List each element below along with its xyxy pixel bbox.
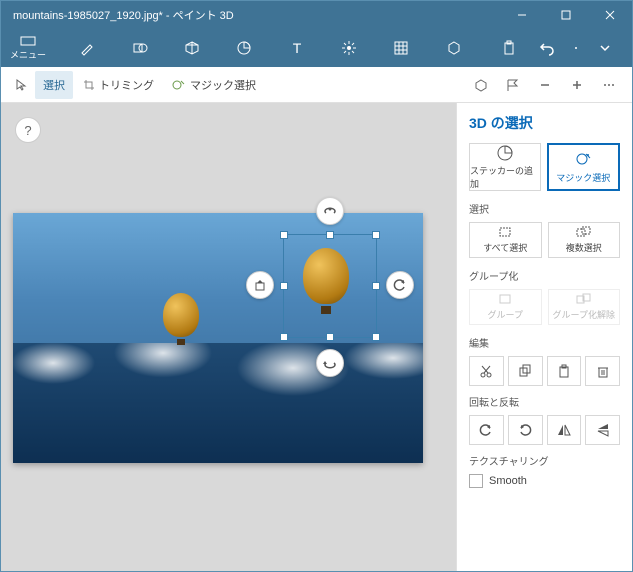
- magic-select-panel-icon: [574, 150, 592, 168]
- group-section-label: グループ化: [469, 268, 620, 283]
- rotate-y-gizmo[interactable]: [316, 349, 344, 377]
- delete-button[interactable]: [585, 356, 620, 386]
- undo-icon[interactable]: [530, 31, 564, 65]
- ungroup-button: グループ化解除: [548, 289, 621, 325]
- 3d-library-icon[interactable]: [437, 31, 471, 65]
- select-section-label: 選択: [469, 201, 620, 216]
- maximize-button[interactable]: [544, 1, 588, 29]
- canvas-icon[interactable]: [384, 31, 418, 65]
- add-sticker-button[interactable]: ステッカーの追加: [469, 143, 541, 191]
- paste-panel-icon: [557, 364, 571, 378]
- copy-button[interactable]: [508, 356, 543, 386]
- menu-icon: [20, 36, 36, 46]
- svg-text:T: T: [292, 40, 301, 56]
- delete-icon: [596, 364, 610, 378]
- rotate-right-button[interactable]: [508, 415, 543, 445]
- brush-tool-icon[interactable]: [70, 31, 104, 65]
- flip-vertical-button[interactable]: [585, 415, 620, 445]
- menu-button[interactable]: メニュー: [7, 36, 49, 61]
- z-move-gizmo[interactable]: [246, 271, 274, 299]
- menu-label: メニュー: [10, 48, 46, 61]
- redo-chevron-icon[interactable]: [588, 31, 622, 65]
- group-icon: [498, 293, 512, 305]
- rotate-x-gizmo[interactable]: [316, 197, 344, 225]
- rotate-right-icon: [518, 423, 532, 437]
- side-panel: 3D の選択 ステッカーの追加 マジック選択 選択 すべて選択 複数選択 グルー…: [456, 103, 632, 571]
- multi-select-icon: [576, 226, 592, 238]
- flag-icon: [506, 78, 520, 92]
- stickers-icon[interactable]: [227, 31, 261, 65]
- magic-select-icon: [172, 79, 186, 91]
- 2d-shapes-icon[interactable]: [123, 31, 157, 65]
- resize-handle[interactable]: [326, 231, 334, 239]
- 3d-view-button[interactable]: [466, 71, 496, 99]
- select-all-button[interactable]: すべて選択: [469, 222, 542, 258]
- smooth-checkbox[interactable]: [469, 474, 483, 488]
- rotate-z-gizmo[interactable]: [386, 271, 414, 299]
- pointer-icon: [15, 79, 27, 91]
- resize-handle[interactable]: [280, 333, 288, 341]
- canvas-area[interactable]: ?: [1, 103, 456, 571]
- resize-handle[interactable]: [280, 282, 288, 290]
- select-all-icon: [498, 226, 512, 238]
- history-dropdown-icon[interactable]: [568, 31, 584, 65]
- close-button[interactable]: [588, 1, 632, 29]
- window-title: mountains-1985027_1920.jpg* - ペイント 3D: [1, 7, 234, 23]
- paste-button[interactable]: [547, 356, 582, 386]
- selection-box[interactable]: [283, 234, 377, 338]
- copy-icon: [518, 364, 532, 378]
- resize-handle[interactable]: [372, 231, 380, 239]
- flip-v-icon: [596, 423, 610, 437]
- group-button: グループ: [469, 289, 542, 325]
- smooth-label: Smooth: [489, 475, 527, 487]
- texture-section-label: テクスチャリング: [469, 453, 620, 468]
- effects-icon[interactable]: [332, 31, 366, 65]
- minimize-button[interactable]: [500, 1, 544, 29]
- more-button[interactable]: [594, 71, 624, 99]
- cut-button[interactable]: [469, 356, 504, 386]
- cut-icon: [479, 364, 493, 378]
- rotate-left-button[interactable]: [469, 415, 504, 445]
- rotate-left-icon: [479, 423, 493, 437]
- 3d-shapes-icon[interactable]: [175, 31, 209, 65]
- panel-title: 3D の選択: [469, 113, 620, 133]
- resize-handle[interactable]: [280, 231, 288, 239]
- ungroup-icon: [576, 293, 592, 305]
- help-button[interactable]: ?: [15, 117, 41, 143]
- crop-button[interactable]: トリミング: [75, 71, 162, 99]
- canvas-background: [13, 343, 423, 463]
- canvas[interactable]: [13, 213, 423, 463]
- pointer-tool[interactable]: [9, 71, 33, 99]
- resize-handle[interactable]: [326, 333, 334, 341]
- multi-select-button[interactable]: 複数選択: [548, 222, 621, 258]
- mixed-reality-button[interactable]: [498, 71, 528, 99]
- flip-horizontal-button[interactable]: [547, 415, 582, 445]
- magic-select-button[interactable]: マジック選択: [164, 71, 264, 99]
- zoom-in-button[interactable]: [562, 71, 592, 99]
- resize-handle[interactable]: [372, 333, 380, 341]
- crop-icon: [83, 79, 95, 91]
- paste-icon[interactable]: [492, 31, 526, 65]
- text-tool-icon[interactable]: T: [280, 31, 314, 65]
- select-button[interactable]: 選択: [35, 71, 73, 99]
- edit-section-label: 編集: [469, 335, 620, 350]
- sticker-icon: [496, 144, 514, 161]
- magic-select-panel-button[interactable]: マジック選択: [547, 143, 621, 191]
- resize-handle[interactable]: [372, 282, 380, 290]
- view-3d-icon: [474, 78, 488, 92]
- 3d-object-balloon-1[interactable]: [163, 293, 199, 345]
- rotate-section-label: 回転と反転: [469, 394, 620, 409]
- zoom-out-button[interactable]: [530, 71, 560, 99]
- flip-h-icon: [557, 423, 571, 437]
